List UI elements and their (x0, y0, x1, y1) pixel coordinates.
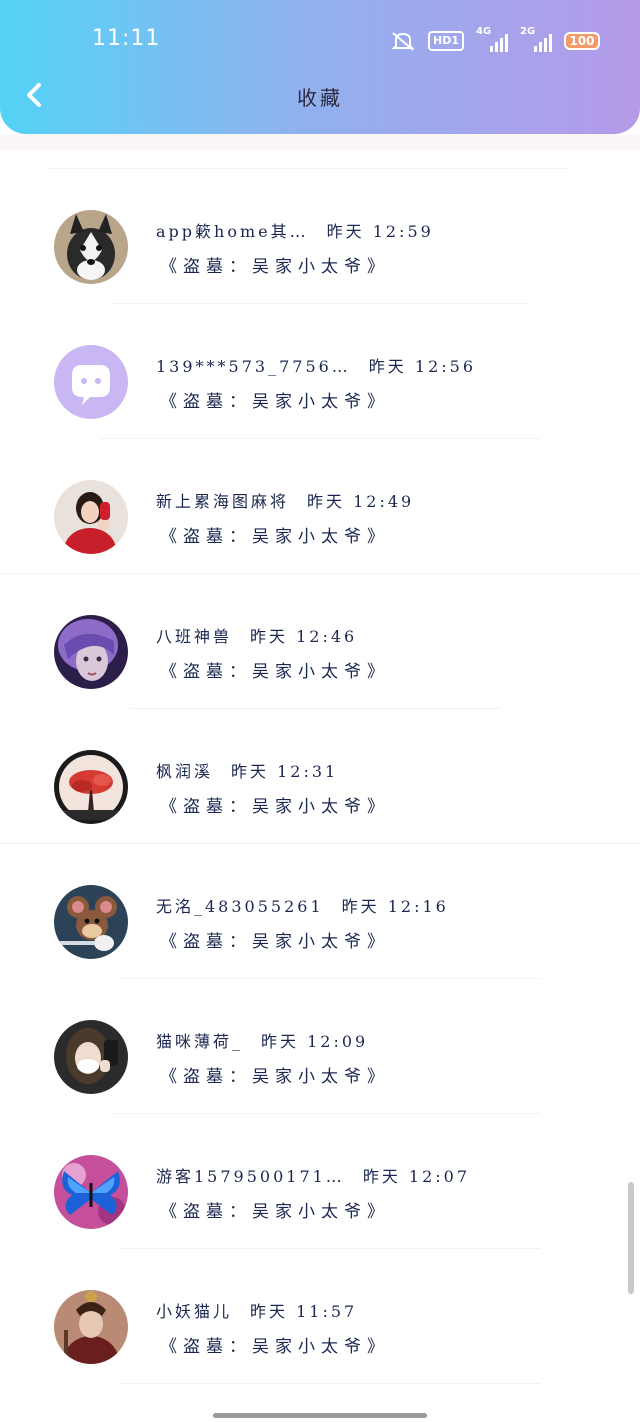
favorites-list: app簌home其… 昨天 12:59 《盗墓：吴家小太爷》 139***573_77… (0, 170, 640, 1385)
user-name: 游客1579500171… (156, 1167, 345, 1186)
avatar[interactable] (54, 1155, 128, 1229)
timestamp: 昨天 12:09 (261, 1032, 369, 1051)
list-item[interactable]: app簌home其… 昨天 12:59 《盗墓：吴家小太爷》 (0, 170, 640, 305)
book-title: 《盗墓：吴家小太爷》 (160, 392, 390, 412)
avatar[interactable] (54, 480, 128, 554)
list-item[interactable]: 八班神兽 昨天 12:46 《盗墓：吴家小太爷》 (0, 575, 640, 710)
list-item[interactable]: 139***573_7756… 昨天 12:56 《盗墓：吴家小太爷》 (0, 305, 640, 440)
user-name: 八班神兽 (156, 627, 233, 646)
avatar[interactable] (54, 615, 128, 689)
list-item[interactable]: 枫润溪 昨天 12:31 《盗墓：吴家小太爷》 (0, 710, 640, 845)
list-item[interactable]: 无洺_483055261 昨天 12:16 《盗墓：吴家小太爷》 (0, 845, 640, 980)
avatar[interactable] (54, 1290, 128, 1364)
divider (120, 978, 540, 979)
book-title: 《盗墓：吴家小太爷》 (160, 932, 390, 952)
home-indicator[interactable] (213, 1413, 427, 1418)
user-name: app簌home其… (156, 222, 309, 241)
item-header: 猫咪薄荷_ 昨天 12:09 (156, 1028, 368, 1052)
signal-4g-icon: 4G (476, 26, 508, 52)
mute-icon (390, 30, 416, 52)
divider (0, 843, 640, 844)
timestamp: 昨天 12:56 (368, 357, 476, 376)
timestamp: 昨天 11:57 (250, 1302, 358, 1321)
scrollbar[interactable] (628, 1182, 634, 1294)
timestamp: 昨天 12:07 (362, 1167, 471, 1186)
item-header: 新上累海图麻将 昨天 12:49 (156, 488, 414, 512)
list-item[interactable]: 新上累海图麻将 昨天 12:49 《盗墓：吴家小太爷》 (0, 440, 640, 575)
book-title: 《盗墓：吴家小太爷》 (160, 1202, 390, 1222)
item-header: 枫润溪 昨天 12:31 (156, 758, 338, 782)
item-header: 八班神兽 昨天 12:46 (156, 623, 357, 647)
header: 11:11 HD1 4G 2G 100 收藏 (0, 0, 640, 134)
timestamp: 昨天 12:49 (307, 492, 415, 511)
divider (130, 708, 500, 709)
book-title: 《盗墓：吴家小太爷》 (160, 1067, 390, 1087)
user-name: 无洺_483055261 (156, 897, 324, 916)
avatar[interactable] (54, 885, 128, 959)
signal-2g-icon: 2G (520, 26, 552, 52)
divider (120, 1248, 540, 1249)
item-header: app簌home其… 昨天 12:59 (156, 218, 434, 242)
item-header: 139***573_7756… 昨天 12:56 (156, 353, 476, 377)
user-name: 猫咪薄荷_ (156, 1032, 244, 1051)
list-item[interactable]: 游客1579500171… 昨天 12:07 《盗墓：吴家小太爷》 (0, 1115, 640, 1250)
book-title: 《盗墓：吴家小太爷》 (160, 797, 390, 817)
divider (120, 1383, 540, 1384)
status-icons: HD1 4G 2G 100 (390, 26, 600, 54)
divider (110, 303, 530, 304)
battery-icon: 100 (564, 32, 600, 50)
avatar[interactable] (54, 1020, 128, 1094)
status-bar: 11:11 HD1 4G 2G 100 (0, 0, 640, 80)
item-header: 游客1579500171… 昨天 12:07 (156, 1163, 470, 1187)
book-title: 《盗墓：吴家小太爷》 (160, 257, 390, 277)
status-time: 11:11 (92, 26, 161, 51)
user-name: 小妖猫儿 (156, 1302, 233, 1321)
timestamp: 昨天 12:59 (326, 222, 434, 241)
avatar[interactable] (54, 345, 128, 419)
timestamp: 昨天 12:31 (231, 762, 339, 781)
timestamp: 昨天 12:46 (250, 627, 358, 646)
hd-icon: HD1 (428, 31, 464, 51)
list-item[interactable]: 猫咪薄荷_ 昨天 12:09 《盗墓：吴家小太爷》 (0, 980, 640, 1115)
divider (100, 438, 540, 439)
signal-4g-label: 4G (476, 26, 492, 37)
signal-2g-label: 2G (520, 26, 536, 37)
page-title: 收藏 (297, 86, 343, 110)
user-name: 139***573_7756… (156, 357, 351, 376)
book-title: 《盗墓：吴家小太爷》 (160, 1337, 390, 1357)
book-title: 《盗墓：吴家小太爷》 (160, 662, 390, 682)
avatar[interactable] (54, 210, 128, 284)
user-name: 枫润溪 (156, 762, 214, 781)
header-shadow-strip (0, 134, 640, 150)
book-title: 《盗墓：吴家小太爷》 (160, 527, 390, 547)
avatar[interactable] (54, 750, 128, 824)
item-header: 小妖猫儿 昨天 11:57 (156, 1298, 357, 1322)
timestamp: 昨天 12:16 (341, 897, 449, 916)
divider (50, 168, 570, 169)
item-header: 无洺_483055261 昨天 12:16 (156, 893, 449, 917)
list-item[interactable]: 小妖猫儿 昨天 11:57 《盗墓：吴家小太爷》 (0, 1250, 640, 1385)
divider (110, 1113, 540, 1114)
divider (0, 573, 640, 574)
user-name: 新上累海图麻将 (156, 492, 290, 511)
